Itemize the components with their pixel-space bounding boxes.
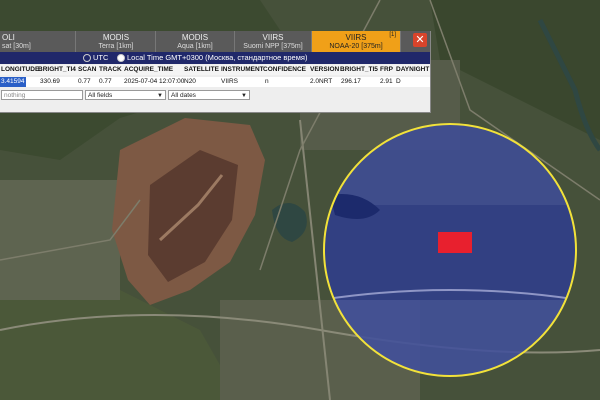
cell-bright-ti5: 296.17 bbox=[341, 78, 361, 85]
cell-track: 0.77 bbox=[99, 78, 112, 85]
table-row[interactable]: 3.41594 330.69 0.77 0.77 2025-07-04 12:0… bbox=[0, 77, 430, 87]
satellite-tabs: OLI sat [30m] MODIS Terra [1km] MODIS Aq… bbox=[0, 31, 430, 52]
timezone-bar: UTC Local Time GMT+0300 (Москва, стандар… bbox=[0, 52, 430, 64]
fields-select-value: All fields bbox=[88, 92, 113, 99]
utc-radio-icon[interactable] bbox=[83, 54, 91, 63]
search-input[interactable]: nothing bbox=[1, 90, 83, 100]
tab-title: MODIS bbox=[102, 33, 130, 42]
column-header[interactable]: FRP bbox=[380, 65, 393, 75]
column-header[interactable]: CONFIDENCE bbox=[263, 65, 306, 75]
utc-label: UTC bbox=[93, 53, 109, 62]
dates-select-value: All dates bbox=[171, 92, 196, 99]
tab-title: VIIRS bbox=[262, 33, 284, 42]
tab-viirs-noaa20[interactable]: VIIRS NOAA-20 [375m] [1] bbox=[312, 31, 401, 52]
column-header[interactable]: ACQUIRE_TIME bbox=[124, 65, 173, 75]
cell-instrument: VIIRS bbox=[221, 78, 238, 85]
fire-pixel[interactable] bbox=[438, 232, 472, 253]
cell-confidence: n bbox=[265, 78, 269, 85]
table-header: LONGITUDE BRIGHT_TI4 SCAN TRACK ACQUIRE_… bbox=[0, 65, 430, 75]
column-header[interactable]: TRACK bbox=[99, 65, 122, 75]
column-header[interactable]: DAYNIGHT bbox=[396, 65, 429, 75]
dates-select[interactable]: All dates ▼ bbox=[168, 90, 250, 100]
cell-longitude[interactable]: 3.41594 bbox=[0, 77, 26, 87]
close-button[interactable]: ✕ bbox=[413, 33, 427, 47]
tab-title: VIIRS bbox=[345, 33, 367, 42]
local-time-label: Local Time GMT+0300 (Москва, стандартное… bbox=[127, 53, 308, 62]
urban-area-sw bbox=[0, 180, 120, 300]
column-header[interactable]: VERSION bbox=[310, 65, 339, 75]
cell-version: 2.0NRT bbox=[310, 78, 333, 85]
tab-modis-terra[interactable]: MODIS Terra [1km] bbox=[77, 31, 156, 52]
chevron-down-icon: ▼ bbox=[241, 93, 247, 99]
column-header[interactable]: LONGITUDE bbox=[1, 65, 39, 75]
tab-subtitle: Terra [1km] bbox=[98, 43, 134, 50]
local-time-option[interactable]: Local Time GMT+0300 (Москва, стандартное… bbox=[117, 52, 307, 64]
local-time-radio-icon[interactable] bbox=[117, 54, 125, 63]
filter-bar: nothing All fields ▼ All dates ▼ bbox=[0, 90, 430, 102]
chevron-down-icon: ▼ bbox=[157, 93, 163, 99]
tab-badge: [1] bbox=[389, 32, 396, 38]
tab-subtitle: Suomi NPP [375m] bbox=[243, 43, 303, 50]
cell-daynight: D bbox=[396, 78, 401, 85]
tab-title: OLI bbox=[2, 33, 15, 42]
tab-title: MODIS bbox=[181, 33, 209, 42]
column-header[interactable]: BRIGHT_TI5 bbox=[340, 65, 378, 75]
cell-acquire-time: 2025-07-04 12:07:00 bbox=[124, 78, 185, 85]
fire-data-panel: OLI sat [30m] MODIS Terra [1km] MODIS Aq… bbox=[0, 31, 431, 113]
tab-subtitle: NOAA-20 [375m] bbox=[329, 43, 383, 50]
column-header[interactable]: BRIGHT_TI4 bbox=[38, 65, 76, 75]
column-header[interactable]: SATELLITE bbox=[184, 65, 219, 75]
cell-bright-ti4: 330.69 bbox=[40, 78, 60, 85]
cell-frp: 2.91 bbox=[380, 78, 393, 85]
tab-viirs-suomi[interactable]: VIIRS Suomi NPP [375m] bbox=[235, 31, 312, 52]
tab-modis-aqua[interactable]: MODIS Aqua [1km] bbox=[156, 31, 235, 52]
tab-subtitle: sat [30m] bbox=[2, 43, 31, 50]
utc-option[interactable]: UTC bbox=[83, 52, 108, 64]
column-header[interactable]: SCAN bbox=[78, 65, 96, 75]
column-header[interactable]: INSTRUMENT bbox=[221, 65, 264, 75]
tab-oli[interactable]: OLI sat [30m] bbox=[0, 31, 76, 52]
tab-subtitle: Aqua [1km] bbox=[177, 43, 213, 50]
cell-satellite: N20 bbox=[184, 78, 196, 85]
cell-scan: 0.77 bbox=[78, 78, 91, 85]
fields-select[interactable]: All fields ▼ bbox=[85, 90, 166, 100]
